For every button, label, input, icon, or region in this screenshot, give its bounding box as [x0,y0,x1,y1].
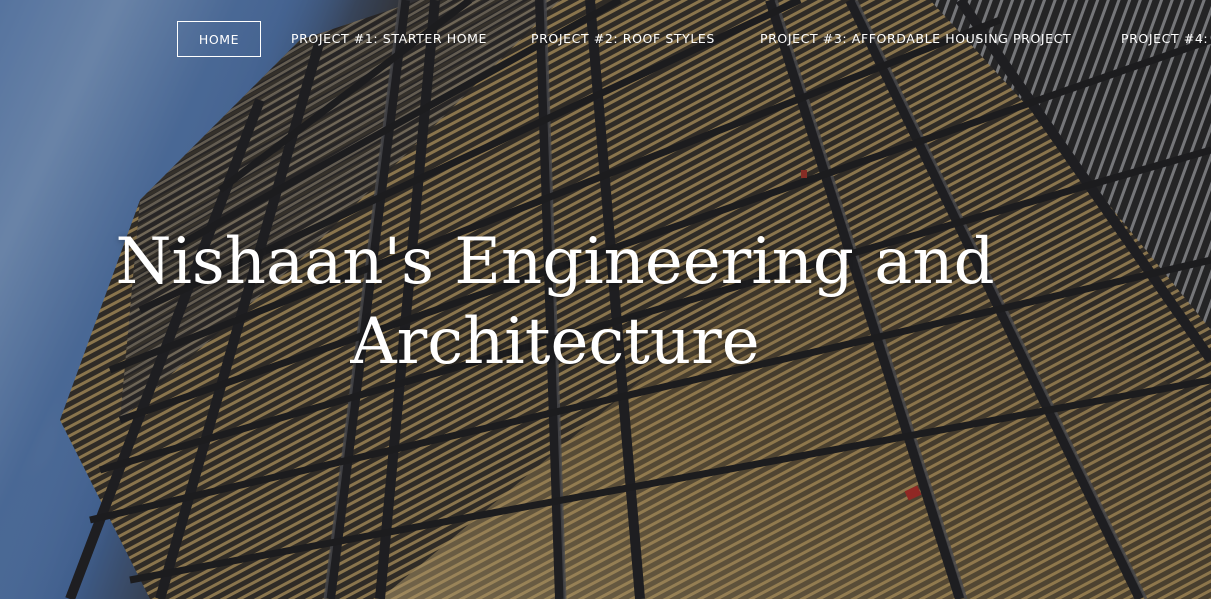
nav-item-project-1[interactable]: PROJECT #1: STARTER HOME [291,21,487,57]
site-title: Nishaan's Engineering and Architecture [0,222,1110,382]
hero-section: HOME PROJECT #1: STARTER HOME PROJECT #2… [0,0,1211,599]
site-title-line-1: Nishaan's Engineering and [115,225,995,299]
nav-item-home[interactable]: HOME [177,21,261,57]
nav-item-project-4[interactable]: PROJECT #4: [1121,21,1211,57]
site-title-line-2: Architecture [350,305,760,379]
nav-item-project-2[interactable]: PROJECT #2: ROOF STYLES [531,21,715,57]
top-navigation: HOME PROJECT #1: STARTER HOME PROJECT #2… [0,0,1211,80]
nav-item-project-3[interactable]: PROJECT #3: AFFORDABLE HOUSING PROJECT [760,21,1071,57]
